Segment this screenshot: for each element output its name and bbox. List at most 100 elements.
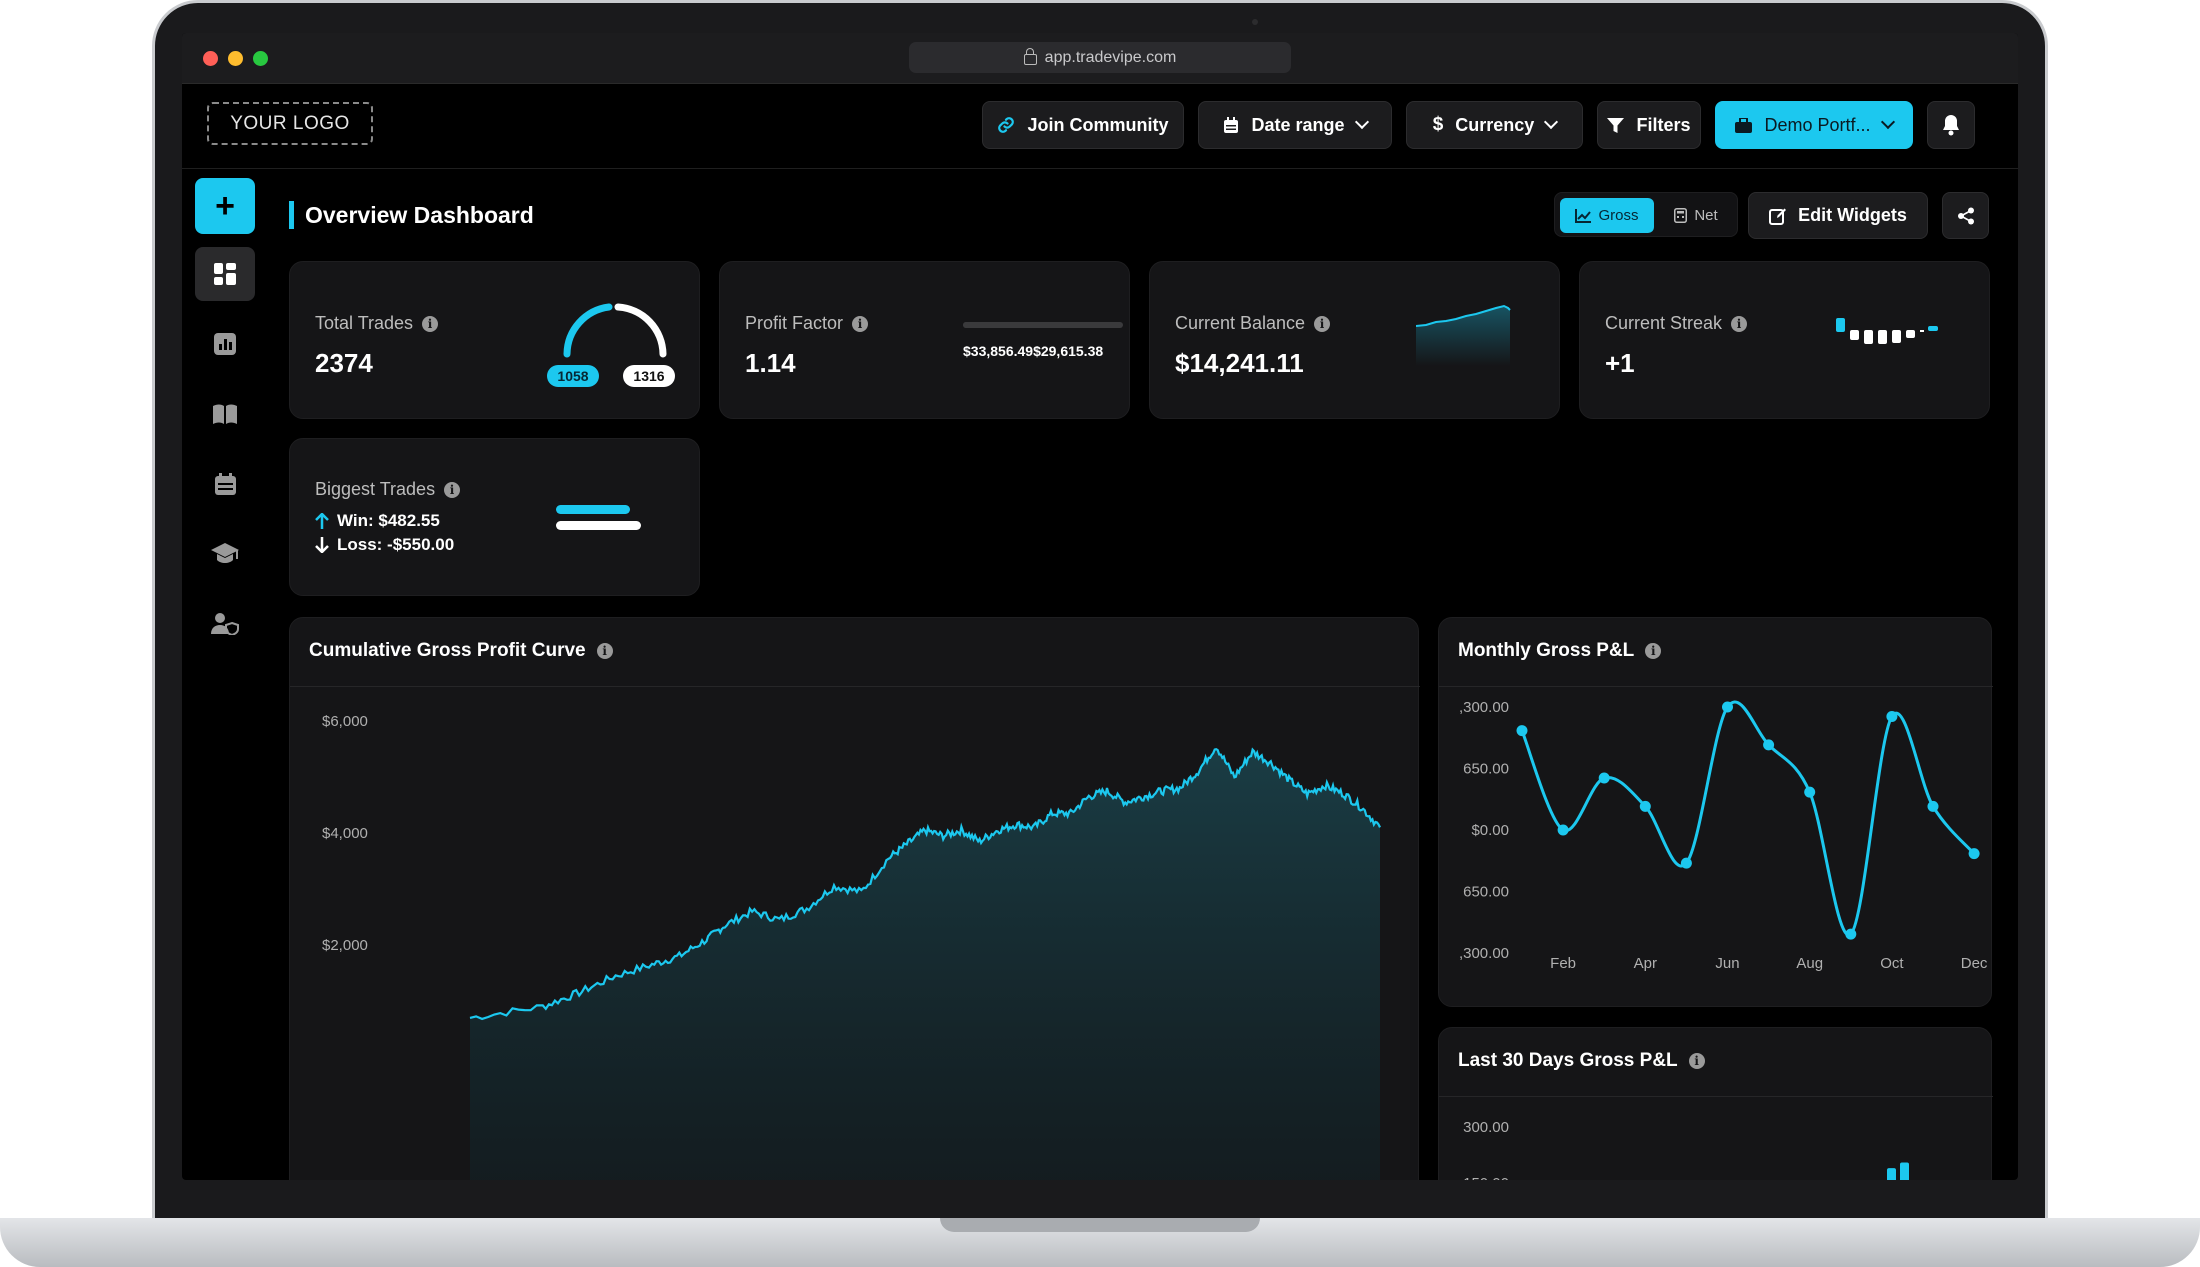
address-bar[interactable]: app.tradevipe.com	[909, 42, 1291, 73]
info-icon[interactable]: i	[852, 315, 869, 332]
x-tick-label: Dec	[1961, 955, 1988, 972]
current-balance-card: Current Balance i $14,241.11	[1149, 261, 1560, 419]
monthly-pnl-point[interactable]	[1804, 786, 1816, 798]
biggest-win-bar	[556, 505, 630, 514]
y-tick-label: $4,000	[322, 825, 368, 842]
monthly-pnl-point[interactable]	[1722, 701, 1733, 713]
monthly-pnl-point[interactable]	[1927, 800, 1939, 812]
monthly-pnl-point[interactable]	[1516, 725, 1528, 737]
cumulative-chart-title: Cumulative Gross Profit Curve	[309, 640, 586, 661]
gross-net-toggle: Gross Net	[1554, 192, 1738, 237]
close-window-button[interactable]	[203, 51, 218, 66]
current-streak-card: Current Streak i +1	[1579, 261, 1990, 419]
minimize-window-button[interactable]	[228, 51, 243, 66]
cumulative-chart-card: Cumulative Gross Profit Curve i $6,000 $4…	[289, 617, 1420, 1180]
monthly-pnl-chart: ,300.00 650.00 $0.00 650.00 ,300.00 Feb Apr Jun…	[1459, 699, 1988, 972]
y-tick-label: 650.00	[1463, 761, 1509, 778]
monthly-pnl-point[interactable]	[1639, 800, 1651, 812]
x-tick-label: Feb	[1550, 955, 1576, 972]
current-balance-value: $14,241.11	[1175, 348, 1304, 378]
arrow-up-icon	[315, 513, 329, 529]
sidebar-item-reports[interactable]	[195, 317, 255, 371]
daily-pnl-bar[interactable]	[1887, 1168, 1896, 1180]
last-30-days-card: Last 30 Days Gross P&L i 300.00 150.00	[1438, 1027, 1993, 1180]
y-tick-label: 300.00	[1463, 1119, 1509, 1136]
browser-bar: app.tradevipe.com	[182, 33, 2018, 84]
maximize-window-button[interactable]	[253, 51, 268, 66]
dashboard-icon	[214, 263, 236, 285]
filters-label: Filters	[1636, 114, 1691, 135]
currency-dropdown[interactable]: $ Currency	[1406, 101, 1583, 149]
profit-factor-bar	[963, 322, 1123, 328]
monthly-pnl-card: Monthly Gross P&L i ,300.00 650.00 $0.00 65…	[1438, 617, 1993, 1007]
link-icon	[998, 117, 1015, 133]
info-icon[interactable]: i	[1314, 315, 1331, 332]
currency-label: Currency	[1455, 114, 1535, 135]
net-label: Net	[1694, 207, 1718, 224]
info-icon[interactable]: i	[596, 643, 613, 659]
gross-profit-amount: $33,856.49	[963, 343, 1034, 359]
sidebar-item-account[interactable]	[195, 597, 255, 651]
date-range-label: Date range	[1251, 114, 1345, 135]
url-text: app.tradevipe.com	[1044, 48, 1177, 66]
current-streak-label: Current Streak	[1605, 313, 1723, 333]
logo[interactable]: YOUR LOGO	[207, 102, 373, 145]
total-trades-card: Total Trades i 2374 1058 1316	[289, 261, 700, 419]
calendar-icon	[214, 473, 236, 495]
biggest-loss-row: Loss: -$550.00	[315, 535, 454, 555]
loss-count-badge: 1316	[623, 365, 675, 387]
sidebar-item-journal[interactable]	[195, 387, 255, 441]
streak-bars	[1836, 318, 1938, 344]
notifications-button[interactable]	[1927, 101, 1975, 149]
gross-toggle-button[interactable]: Gross	[1560, 198, 1654, 233]
y-tick-label: 150.00	[1463, 1175, 1509, 1180]
info-icon[interactable]: i	[1731, 315, 1748, 332]
join-community-button[interactable]: Join Community	[982, 101, 1184, 149]
cumulative-area-fill	[470, 749, 1380, 1180]
gross-label: Gross	[1598, 207, 1639, 224]
edit-widgets-button[interactable]: Edit Widgets	[1748, 192, 1928, 239]
portfolio-dropdown[interactable]: Demo Portf...	[1715, 101, 1913, 149]
monthly-pnl-point[interactable]	[1598, 772, 1610, 784]
monthly-pnl-point[interactable]	[1968, 848, 1980, 860]
monthly-pnl-point[interactable]	[1763, 739, 1775, 751]
monthly-pnl-point[interactable]	[1680, 857, 1692, 869]
profit-factor-amounts: $33,856.49 $29,615.38	[963, 343, 1103, 359]
gross-loss-amount: $29,615.38	[1033, 343, 1104, 359]
monthly-pnl-point[interactable]	[1557, 824, 1569, 836]
total-trades-label-row: Total Trades i	[315, 313, 439, 334]
filters-button[interactable]: Filters	[1597, 101, 1701, 149]
net-toggle-button[interactable]: Net	[1659, 198, 1733, 233]
x-tick-label: Aug	[1796, 955, 1823, 972]
monthly-pnl-point[interactable]	[1845, 928, 1857, 940]
y-tick-label: ,300.00	[1459, 699, 1509, 716]
info-icon[interactable]: i	[422, 315, 439, 332]
add-button[interactable]: +	[195, 178, 255, 234]
app-header: YOUR LOGO Join Community Date range $ Cu…	[182, 84, 2018, 169]
info-icon[interactable]: i	[1688, 1053, 1705, 1069]
graduation-cap-icon	[211, 543, 239, 563]
info-icon[interactable]: i	[444, 481, 461, 498]
share-button[interactable]	[1942, 192, 1989, 239]
monthly-pnl-point[interactable]	[1886, 710, 1898, 722]
date-range-dropdown[interactable]: Date range	[1198, 101, 1392, 149]
book-icon	[213, 404, 237, 424]
dollar-icon: $	[1432, 114, 1444, 135]
chevron-down-icon	[1544, 114, 1559, 130]
info-icon[interactable]: i	[1645, 643, 1662, 659]
y-tick-label: ,300.00	[1459, 945, 1509, 962]
biggest-win-row: Win: $482.55	[315, 511, 440, 531]
y-tick-label: $0.00	[1471, 822, 1509, 839]
sidebar-item-education[interactable]	[195, 527, 255, 581]
last-30-days-chart: 300.00 150.00	[1463, 1119, 1909, 1180]
sidebar-item-dashboard[interactable]	[195, 247, 255, 301]
profit-factor-card: Profit Factor i 1.14 $33,856.49 $29,615.3…	[719, 261, 1130, 419]
sidebar-item-calendar[interactable]	[195, 457, 255, 511]
lock-icon	[1023, 48, 1037, 65]
line-chart-icon	[1575, 208, 1592, 223]
profit-factor-label: Profit Factor	[745, 313, 844, 333]
x-tick-label: Apr	[1634, 955, 1657, 972]
page-title: Overview Dashboard	[289, 201, 534, 229]
daily-pnl-bar[interactable]	[1900, 1162, 1909, 1180]
calculator-icon	[1674, 208, 1688, 223]
